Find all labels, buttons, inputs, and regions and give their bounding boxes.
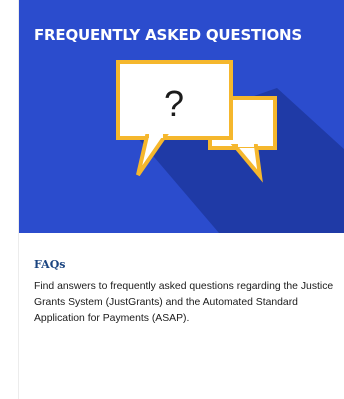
card-description: Find answers to frequently asked questio…	[34, 281, 334, 324]
question-mark-icon: ?	[164, 83, 184, 124]
banner-title: FREQUENTLY ASKED QUESTIONS	[34, 26, 302, 44]
faq-banner-image[interactable]: ? FREQUENTLY ASKED QUESTIONS	[19, 0, 344, 233]
card-body: FAQs Find answers to frequently asked qu…	[34, 258, 339, 327]
faqs-link[interactable]: FAQs	[34, 258, 339, 271]
faq-card[interactable]: ? FREQUENTLY ASKED QUESTIONS FAQs Find a…	[18, 0, 344, 399]
